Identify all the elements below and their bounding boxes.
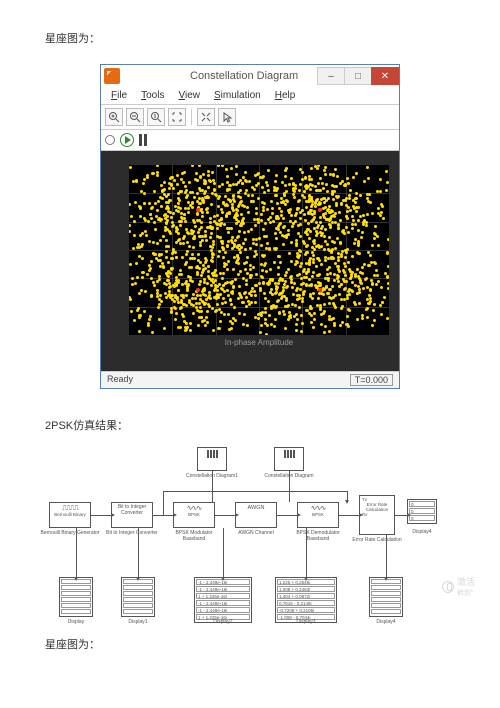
zoom-y-button[interactable] <box>147 108 165 126</box>
label-demodulator: BPSK Demodulator Baseband <box>288 530 348 542</box>
window-title: Constellation Diagram <box>190 70 318 82</box>
plot-panel: Quadrature Amplitude -1-0.500.51 -1-0.50… <box>101 151 399 371</box>
label-display4: Display4 <box>392 529 452 535</box>
label-display1: Display1 <box>108 619 168 625</box>
section-heading-3: 星座图为： <box>45 636 455 652</box>
constellation-window: Constellation Diagram – □ ✕ File Tools V… <box>100 64 400 389</box>
section-heading-2: 2PSK仿真结果： <box>45 417 455 433</box>
block-display4b <box>369 577 403 617</box>
block-generator: ⎍⎍⎍⎍Bernoulli Binary <box>49 502 91 528</box>
block-constellation-2 <box>274 447 304 471</box>
block-display-right: 0 0 0 <box>407 499 437 524</box>
menu-help[interactable]: Help <box>269 89 302 102</box>
scatter-plot: -1-0.500.51 -1-0.500.51 <box>129 165 389 335</box>
toolbar-main <box>101 105 399 130</box>
label-display0: Display <box>46 619 106 625</box>
label-display2: Display2 <box>193 619 253 625</box>
block-display2: -1 - 2.449e-16i-1 - 2.449e-16i1 + 1.225e… <box>194 577 252 623</box>
label-display3: Display3 <box>276 619 336 625</box>
label-error-rate: Error Rate Calculation <box>347 537 407 543</box>
block-constellation-1 <box>197 447 227 471</box>
block-demodulator: ∿∿∿BPSK <box>297 502 339 528</box>
block-awgn: AWGN <box>235 502 277 528</box>
lock-icon <box>442 581 454 593</box>
label-generator: Bernoulli Binary Generator <box>40 530 100 536</box>
autoscale-button[interactable] <box>168 108 186 126</box>
menu-bar: File Tools View Simulation Help <box>101 87 399 105</box>
record-icon[interactable] <box>105 135 115 145</box>
close-button[interactable]: ✕ <box>371 67 399 85</box>
menu-simulation[interactable]: Simulation <box>208 89 267 102</box>
matlab-icon <box>104 68 120 84</box>
simulink-diagram: Constellation Diagram1 Constellation Dia… <box>49 447 439 632</box>
label-awgn: AWGN Channel <box>226 530 286 536</box>
watermark: 激活 转到" <box>442 575 475 598</box>
play-button[interactable] <box>120 133 134 147</box>
titlebar: Constellation Diagram – □ ✕ <box>101 65 399 87</box>
label-converter: Bit to Integer Converter <box>102 530 162 536</box>
section-heading-1: 星座图为： <box>45 30 455 46</box>
zoom-in-button[interactable] <box>105 108 123 126</box>
block-converter: Bit to Integer Converter <box>111 502 153 528</box>
label-modulator: BPSK Modulator Baseband <box>164 530 224 542</box>
label-display4b: Display4 <box>356 619 416 625</box>
zoom-x-button[interactable] <box>126 108 144 126</box>
status-time: T=0.000 <box>350 374 393 386</box>
block-display0 <box>59 577 93 617</box>
block-display1 <box>121 577 155 617</box>
toolbar-sim <box>101 130 399 151</box>
pause-button[interactable] <box>139 134 147 146</box>
menu-file[interactable]: File <box>105 89 133 102</box>
status-ready: Ready <box>107 374 133 386</box>
menu-tools[interactable]: Tools <box>135 89 170 102</box>
minimize-button[interactable]: – <box>317 67 345 85</box>
expand-button[interactable] <box>197 108 215 126</box>
maximize-button[interactable]: □ <box>344 67 372 85</box>
x-axis-label: In-phase Amplitude <box>129 338 389 347</box>
block-display3: 1.225 + 0.2549i1.008 + 0.2463i1.404 + 0.… <box>275 577 337 623</box>
block-modulator: ∿∿∿BPSK <box>173 502 215 528</box>
select-button[interactable] <box>218 108 236 126</box>
block-error-rate: Tx Error Rate Calculation Rx <box>359 495 395 535</box>
status-bar: Ready T=0.000 <box>101 371 399 388</box>
menu-view[interactable]: View <box>172 89 206 102</box>
